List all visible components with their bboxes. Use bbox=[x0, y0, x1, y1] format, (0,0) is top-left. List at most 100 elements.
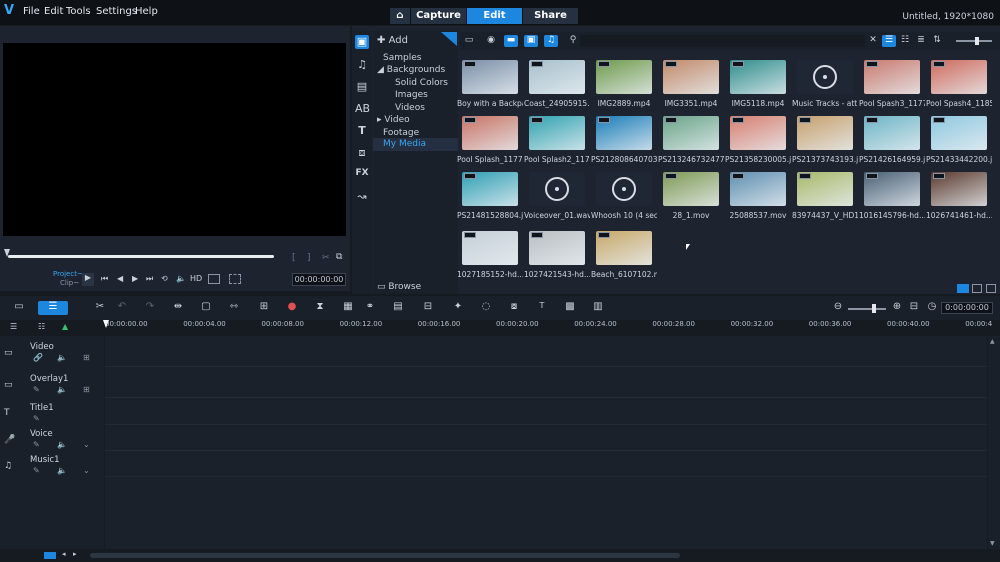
tree-my-media[interactable]: My Media bbox=[373, 138, 458, 151]
media-thumbnail[interactable] bbox=[529, 116, 585, 150]
chapter-icon[interactable]: ☷ bbox=[38, 322, 45, 331]
mark-out-icon[interactable]: ] bbox=[307, 253, 311, 263]
record-capture-icon[interactable]: ● bbox=[284, 301, 300, 315]
media-thumbnail[interactable] bbox=[730, 172, 786, 206]
thumbnail-size-handle[interactable] bbox=[975, 37, 979, 45]
media-thumbnail[interactable] bbox=[596, 60, 652, 94]
title-icon[interactable]: T bbox=[355, 124, 369, 138]
media-thumbnail[interactable] bbox=[462, 172, 518, 206]
voice-mute-icon[interactable]: 🔈 bbox=[57, 440, 67, 449]
scroll-down-icon[interactable]: ▼ bbox=[990, 540, 995, 547]
browse-button[interactable]: ▭ Browse bbox=[377, 282, 421, 292]
menu-help[interactable]: Help bbox=[135, 6, 158, 17]
3d-title-icon[interactable]: T bbox=[534, 301, 550, 315]
music-edit-icon[interactable]: ✎ bbox=[33, 466, 40, 475]
prev-frame-icon[interactable]: ◀ bbox=[117, 274, 123, 283]
fx-icon[interactable]: FX bbox=[355, 168, 369, 182]
thumbnail-size-slider[interactable] bbox=[956, 40, 992, 42]
search-input[interactable] bbox=[580, 35, 865, 47]
title-edit-icon[interactable]: ✎ bbox=[33, 414, 40, 423]
show-videos-icon[interactable]: ▬ bbox=[504, 35, 518, 47]
hd-toggle[interactable]: HD bbox=[190, 274, 202, 283]
preview-timecode[interactable]: 00:00:00:00 bbox=[292, 273, 346, 286]
tree-samples[interactable]: Samples bbox=[383, 53, 421, 63]
undo-icon[interactable]: ↶ bbox=[114, 301, 130, 315]
media-thumbnail[interactable] bbox=[596, 116, 652, 150]
preview-viewer[interactable] bbox=[3, 43, 346, 236]
fit-zoom-icon[interactable] bbox=[44, 552, 56, 559]
tree-images[interactable]: Images bbox=[395, 90, 428, 100]
media-thumbnail[interactable] bbox=[596, 172, 652, 206]
tree-footage[interactable]: Footage bbox=[383, 128, 419, 138]
media-thumbnail[interactable] bbox=[797, 60, 853, 94]
subtitle-icon[interactable]: ▤ bbox=[390, 301, 406, 315]
panel-split-icon[interactable] bbox=[972, 284, 982, 293]
clock-icon[interactable]: ◷ bbox=[924, 301, 940, 315]
media-thumbnail[interactable] bbox=[797, 116, 853, 150]
screen-icon[interactable] bbox=[208, 274, 220, 284]
media-thumbnail[interactable] bbox=[730, 116, 786, 150]
scrub-bar[interactable] bbox=[8, 255, 274, 258]
tools-icon[interactable]: ✂ bbox=[92, 301, 108, 315]
media-thumbnail[interactable] bbox=[462, 60, 518, 94]
media-thumbnail[interactable] bbox=[663, 172, 719, 206]
music-expand-icon[interactable]: ⌄ bbox=[83, 466, 90, 475]
media-thumbnail[interactable] bbox=[529, 172, 585, 206]
show-audio-icon[interactable]: ♫ bbox=[544, 35, 558, 47]
graphics-icon[interactable]: ▤ bbox=[355, 80, 369, 94]
tab-share[interactable]: Share bbox=[523, 8, 578, 24]
ripple-edit-icon[interactable]: ▲ bbox=[62, 322, 68, 331]
motion-icon[interactable]: ▦ bbox=[340, 301, 356, 315]
motion-track-icon[interactable]: ◌ bbox=[478, 301, 494, 315]
fit-project-icon[interactable]: ⊟ bbox=[906, 301, 922, 315]
mark-in-icon[interactable]: [ bbox=[292, 253, 296, 263]
zoom-slider[interactable] bbox=[848, 308, 886, 310]
media-thumbnail[interactable] bbox=[663, 116, 719, 150]
overlay-mute-icon[interactable]: 🔈 bbox=[57, 385, 67, 394]
search-icon[interactable]: ⚲ bbox=[566, 35, 580, 47]
scroll-left-icon[interactable]: ◂ bbox=[62, 550, 66, 558]
transform-icon[interactable]: ⊞ bbox=[256, 301, 272, 315]
track-manager-icon[interactable]: ☰ bbox=[10, 322, 17, 331]
media-thumbnail[interactable] bbox=[931, 172, 987, 206]
crop-tool-icon[interactable]: ▢ bbox=[198, 301, 214, 315]
menu-tools[interactable]: Tools bbox=[66, 6, 91, 17]
split-clip-icon[interactable]: ✂ bbox=[322, 253, 330, 263]
video-mute-icon[interactable]: 🔈 bbox=[57, 353, 67, 362]
media-thumbnail[interactable] bbox=[529, 231, 585, 265]
clip-mode-label[interactable]: Clip~ bbox=[60, 279, 79, 287]
video-lock-icon[interactable]: 🔗 bbox=[33, 353, 43, 362]
zoom-in-icon[interactable]: ⊕ bbox=[889, 301, 905, 315]
tree-videos[interactable]: Videos bbox=[395, 103, 425, 113]
import-folder-icon[interactable]: ▭ bbox=[462, 35, 476, 47]
tree-solid-colors[interactable]: Solid Colors bbox=[395, 78, 448, 88]
go-end-icon[interactable]: ⏭ bbox=[146, 274, 153, 284]
speed-icon[interactable]: ✦ bbox=[450, 301, 466, 315]
panel-layout-icon[interactable] bbox=[957, 284, 969, 293]
media-thumbnail[interactable] bbox=[529, 60, 585, 94]
media-thumbnail[interactable] bbox=[931, 116, 987, 150]
overlay-icon[interactable]: ⧈ bbox=[355, 146, 369, 160]
tree-backgrounds[interactable]: ◢ Backgrounds bbox=[377, 65, 445, 75]
menu-file[interactable]: File bbox=[23, 6, 40, 17]
timeline-vertical-scrollbar[interactable] bbox=[988, 336, 1000, 549]
track-area[interactable] bbox=[105, 336, 987, 549]
zoom-out-icon[interactable]: ⊖ bbox=[830, 301, 846, 315]
media-thumbnail[interactable] bbox=[663, 60, 719, 94]
scroll-up-icon[interactable]: ▲ bbox=[990, 338, 995, 345]
video-grid-icon[interactable]: ⊞ bbox=[83, 353, 90, 362]
timeline-timecode[interactable]: 0:00:00:00 bbox=[941, 302, 993, 314]
media-thumbnail[interactable] bbox=[864, 116, 920, 150]
mixer-icon[interactable]: ⧗ bbox=[312, 301, 328, 315]
menu-edit[interactable]: Edit bbox=[44, 6, 63, 17]
details-view-icon[interactable]: ≣ bbox=[914, 35, 928, 47]
panel-expand-icon[interactable] bbox=[986, 284, 996, 293]
media-thumbnail[interactable] bbox=[864, 172, 920, 206]
media-thumbnail[interactable] bbox=[797, 172, 853, 206]
instant-project-icon[interactable]: ♫ bbox=[355, 58, 369, 72]
screen-capture-icon[interactable]: ▩ bbox=[562, 301, 578, 315]
transition-icon[interactable]: AB bbox=[355, 102, 370, 116]
enlarge-icon[interactable]: ⧉ bbox=[336, 252, 342, 262]
media-thumbnail[interactable] bbox=[462, 231, 518, 265]
tab-edit[interactable]: Edit bbox=[467, 8, 522, 24]
